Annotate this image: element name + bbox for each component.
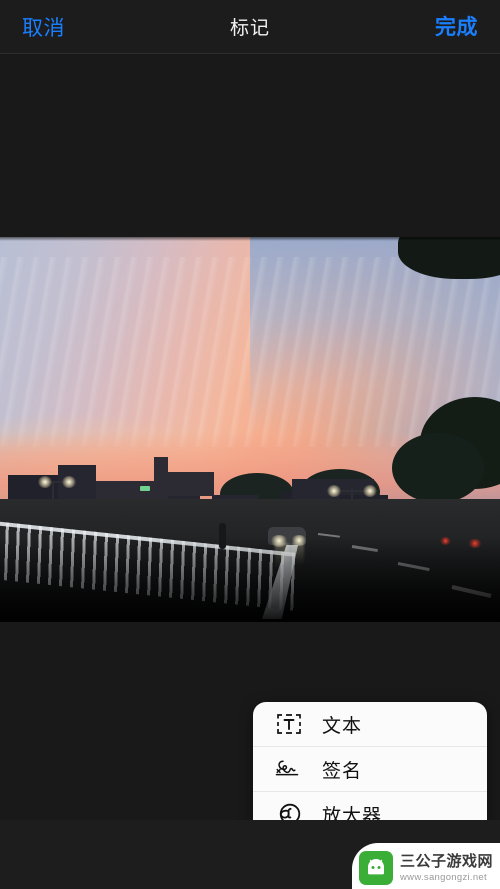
menu-item-text[interactable]: 文本 [253,702,487,747]
markup-screen: 取消 标记 完成 文本 签名 放大器 三公子游戏网 www.sangongzi.… [0,0,500,889]
top-navigation-bar: 取消 标记 完成 [0,0,500,54]
street-lamp-glow [38,476,52,488]
street-lamp-glow [363,485,377,497]
tree-silhouette [392,433,484,503]
watermark-text: 三公子游戏网 www.sangongzi.net [400,854,493,883]
photo-top-edge [0,237,500,241]
street-lamp-glow [62,476,76,488]
menu-item-label: 文本 [322,715,363,737]
page-title: 标记 [229,18,270,39]
photo-image[interactable] [0,237,500,622]
lit-shop-sign [140,486,150,491]
road-shadow [0,537,500,622]
done-button[interactable]: 完成 [435,11,478,41]
watermark-url: www.sangongzi.net [400,871,487,883]
street-lamp-glow [327,485,341,497]
site-watermark: 三公子游戏网 www.sangongzi.net [352,843,500,889]
android-robot-icon [359,851,393,885]
watermark-site-name: 三公子游戏网 [400,852,494,870]
text-box-icon [272,709,306,739]
signature-icon [272,754,306,784]
markup-canvas[interactable]: 文本 签名 放大器 [0,54,500,889]
menu-item-signature[interactable]: 签名 [253,747,487,792]
menu-item-label: 签名 [322,760,363,782]
